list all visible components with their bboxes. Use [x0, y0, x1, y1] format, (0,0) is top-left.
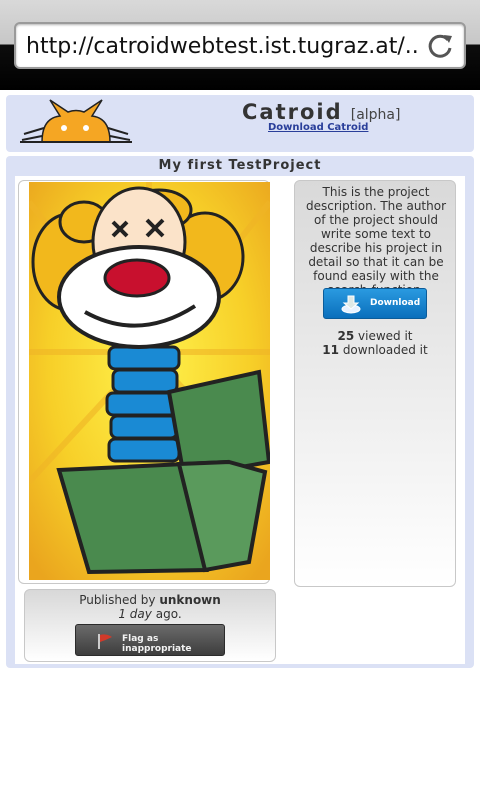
views-count: 25	[337, 329, 355, 343]
browser-toolbar: http://catroidwebtest.ist.tugraz.at/...	[0, 0, 480, 90]
catroid-logo[interactable]	[20, 98, 132, 148]
flag-inappropriate-button[interactable]: Flag as inappropriate	[75, 624, 225, 656]
downloads-count: 11	[322, 343, 339, 357]
publish-info-card: Published by unknown 1 day ago. Flag as …	[24, 589, 276, 662]
site-header: Catroid [alpha] Download Catroid	[6, 95, 474, 152]
age-line: 1 day ago.	[25, 607, 275, 621]
publish-age-suffix: ago.	[155, 607, 182, 621]
download-button[interactable]: Download	[323, 288, 427, 319]
download-icon	[341, 295, 361, 314]
published-by-line: Published by unknown	[25, 593, 275, 607]
views-stat: 25 viewed it	[295, 329, 455, 343]
description-card: This is the project description. The aut…	[294, 180, 456, 587]
project-title: My first TestProject	[158, 158, 322, 173]
author-name: unknown	[159, 593, 221, 607]
download-catroid-link[interactable]: Download Catroid	[268, 122, 368, 133]
project-thumbnail[interactable]	[29, 182, 270, 580]
site-title: Catroid	[242, 100, 343, 124]
flag-icon	[98, 634, 112, 649]
published-by-label: Published by	[79, 593, 156, 607]
flag-button-label: Flag as inappropriate	[122, 634, 192, 654]
download-button-label: Download	[370, 298, 421, 308]
publish-age: 1 day	[118, 607, 152, 621]
downloads-stat: 11 downloaded it	[295, 343, 455, 357]
url-text[interactable]: http://catroidwebtest.ist.tugraz.at/...	[26, 34, 421, 59]
refresh-icon[interactable]	[426, 32, 454, 60]
project-description: This is the project description. The aut…	[305, 185, 447, 297]
alpha-tag: [alpha]	[350, 107, 401, 123]
downloads-label: downloaded it	[342, 343, 428, 357]
site-title-wrap: Catroid [alpha]	[242, 100, 400, 124]
views-label: viewed it	[358, 329, 413, 343]
url-bar[interactable]: http://catroidwebtest.ist.tugraz.at/...	[14, 22, 466, 69]
